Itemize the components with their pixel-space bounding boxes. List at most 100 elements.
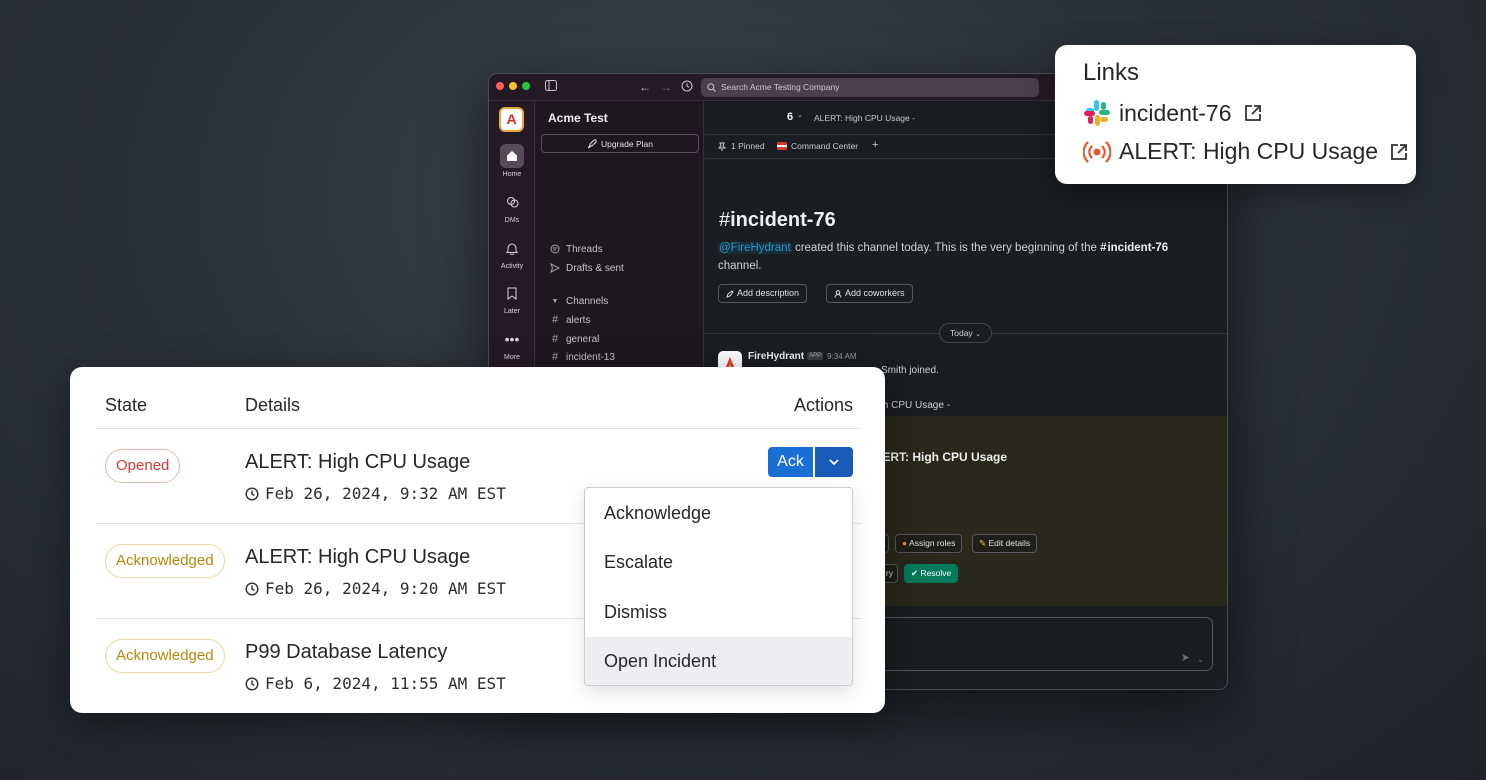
- alerts-table-card: State Details Actions Opened ALERT: High…: [70, 367, 885, 713]
- actions-column-header: Actions: [794, 395, 854, 415]
- resolve-button[interactable]: ✔ Resolve: [904, 564, 959, 583]
- resolve-label: Resolve: [920, 568, 952, 578]
- chevron-down-icon: [828, 458, 840, 466]
- add-description-label: Add description: [737, 288, 800, 298]
- rail-home-label: Home: [502, 171, 522, 178]
- intro-end: channel.: [718, 260, 762, 272]
- add-description-button[interactable]: Add description: [718, 284, 808, 303]
- link-incident-channel[interactable]: incident-76: [1083, 99, 1262, 127]
- pencil-icon: [726, 289, 734, 298]
- status-badge: Opened: [105, 449, 181, 483]
- chevron-down-icon[interactable]: ⌄: [1197, 655, 1204, 664]
- command-center-tab[interactable]: Command Center: [777, 141, 858, 151]
- chevron-down-icon: ⌄: [975, 331, 981, 338]
- alert-card-title: LERT: High CPU Usage: [875, 450, 1008, 464]
- sidebar-item-threads[interactable]: Threads: [550, 242, 603, 256]
- app-badge: APP: [807, 352, 824, 361]
- upgrade-plan-label: Upgrade Plan: [601, 138, 653, 149]
- clock-icon: [245, 486, 259, 501]
- sidebar-toggle-icon[interactable]: [545, 80, 557, 91]
- details-column-header: Details: [245, 395, 301, 415]
- actions-menu: Acknowledge Escalate Dismiss Open Incide…: [584, 487, 853, 686]
- rail-more[interactable]: ••• More: [489, 327, 535, 361]
- channel-reference[interactable]: # incident-76: [1100, 242, 1168, 254]
- menu-item-dismiss[interactable]: Dismiss: [585, 588, 852, 637]
- channels-section-header[interactable]: ▼ Channels: [550, 294, 609, 308]
- partial-label: ry: [885, 568, 893, 578]
- add-coworkers-button[interactable]: Add coworkers: [826, 284, 913, 303]
- alert-timestamp: Feb 6, 2024, 11:55 AM EST: [245, 674, 506, 693]
- pin-icon: [718, 142, 726, 151]
- sidebar-item-drafts[interactable]: Drafts & sent: [550, 261, 624, 275]
- upgrade-plan-button[interactable]: Upgrade Plan: [541, 134, 699, 153]
- status-badge: Acknowledged: [105, 544, 225, 578]
- edit-details-button[interactable]: ✎ Edit details: [972, 534, 1038, 553]
- person-add-icon: [834, 289, 842, 298]
- bell-icon: [500, 236, 524, 260]
- link-label: ALERT: High CPU Usage: [1119, 138, 1379, 164]
- channel-topic: ALERT: High CPU Usage -: [814, 113, 915, 123]
- ack-button[interactable]: Ack: [768, 447, 813, 477]
- forward-arrow-icon[interactable]: →: [660, 80, 672, 94]
- assign-roles-button[interactable]: ● Assign roles: [895, 534, 963, 553]
- command-center-label: Command Center: [791, 141, 859, 151]
- workspace-name[interactable]: Acme Test: [548, 111, 608, 125]
- flag-icon: [777, 142, 787, 150]
- close-window-button[interactable]: [496, 82, 504, 90]
- member-count[interactable]: 6: [787, 111, 793, 123]
- menu-item-open-incident[interactable]: Open Incident: [585, 637, 852, 685]
- back-arrow-icon[interactable]: ←: [639, 80, 651, 94]
- hash-icon: #: [719, 209, 731, 231]
- hash-icon: #: [551, 333, 559, 345]
- menu-item-escalate[interactable]: Escalate: [585, 538, 852, 587]
- date-label: Today: [950, 328, 973, 338]
- actions-dropdown-toggle[interactable]: [815, 447, 853, 477]
- message-header: FireHydrant APP 9:34 AM: [748, 351, 857, 362]
- bookmark-icon: [500, 281, 524, 305]
- timestamp-label: Feb 6, 2024, 11:55 AM EST: [265, 674, 506, 693]
- alert-title[interactable]: ALERT: High CPU Usage: [245, 451, 470, 474]
- alert-title[interactable]: ALERT: High CPU Usage: [245, 546, 470, 569]
- sidebar-item-label: Drafts & sent: [566, 262, 624, 274]
- sidebar-channel-alerts[interactable]: # alerts: [550, 313, 591, 327]
- rail-dms-label: DMs: [504, 217, 520, 224]
- zoom-window-button[interactable]: [522, 82, 530, 90]
- sidebar-channel-general[interactable]: # general: [550, 332, 599, 346]
- status-badge: Acknowledged: [105, 639, 225, 673]
- add-bookmark-button[interactable]: +: [872, 139, 878, 151]
- date-jump-button[interactable]: Today ⌄: [939, 323, 992, 343]
- sidebar-channel-incident-13[interactable]: # incident-13: [550, 350, 615, 364]
- clock-icon: [245, 581, 259, 596]
- alert-timestamp: Feb 26, 2024, 9:32 AM EST: [245, 484, 506, 503]
- alert-title[interactable]: P99 Database Latency: [245, 641, 447, 664]
- rail-dms[interactable]: DMs: [489, 190, 535, 224]
- rail-activity[interactable]: Activity: [489, 236, 535, 270]
- rail-later[interactable]: Later: [489, 281, 535, 315]
- header-divider: [96, 428, 862, 429]
- home-icon: [500, 144, 524, 168]
- menu-item-acknowledge[interactable]: Acknowledge: [585, 489, 852, 538]
- send-icon[interactable]: ➤: [1181, 651, 1190, 664]
- search-input[interactable]: Search Acme Testing Company: [701, 78, 1039, 97]
- link-label: incident-76: [1119, 99, 1232, 126]
- pencil-icon: ✎: [979, 538, 987, 548]
- state-column-header: State: [105, 395, 148, 415]
- channel-intro: @FireHydrant created this channel today.…: [718, 239, 1198, 275]
- person-icon: ●: [902, 538, 908, 548]
- pinned-label: 1 Pinned: [731, 141, 765, 151]
- link-alert[interactable]: ALERT: High CPU Usage: [1083, 138, 1408, 165]
- assign-roles-label: Assign roles: [909, 538, 956, 548]
- user-mention[interactable]: @FireHydrant: [718, 242, 792, 254]
- pinned-tab[interactable]: 1 Pinned: [718, 141, 765, 151]
- broadcast-icon: [1083, 139, 1111, 165]
- rail-home[interactable]: Home: [489, 144, 535, 178]
- join-message: Smith joined.: [881, 365, 939, 376]
- message-sender[interactable]: FireHydrant: [748, 351, 804, 362]
- timestamp-label: Feb 26, 2024, 9:32 AM EST: [265, 484, 506, 503]
- links-card: Links incident-76 ALERT: High CPU Usage: [1055, 45, 1416, 184]
- message-timestamp[interactable]: 9:34 AM: [827, 352, 856, 361]
- workspace-logo[interactable]: A: [499, 107, 524, 132]
- minimize-window-button[interactable]: [509, 82, 517, 90]
- more-icon: •••: [504, 331, 520, 347]
- history-icon[interactable]: [681, 80, 693, 92]
